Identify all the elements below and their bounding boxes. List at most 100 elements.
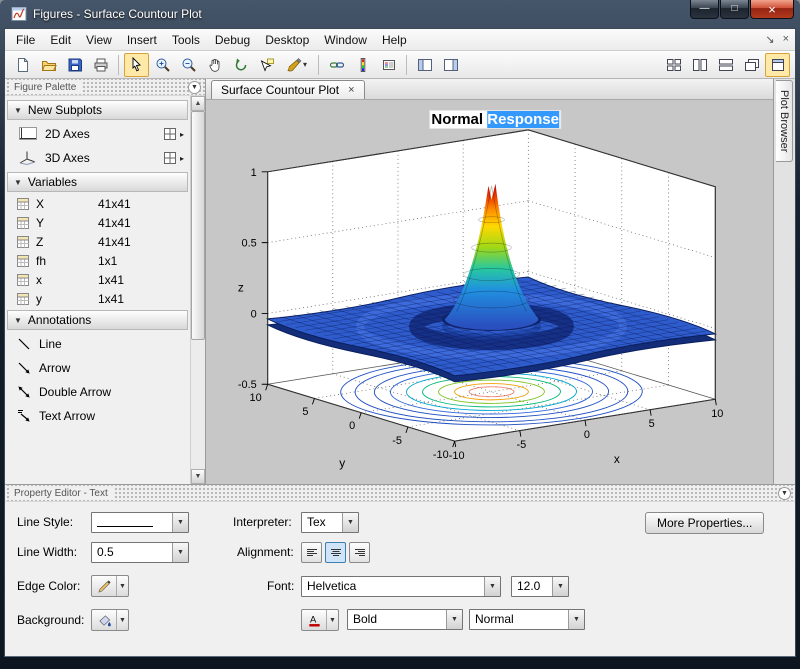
palette-scrollbar[interactable]: ▲ ▼ (190, 96, 205, 484)
brush-button[interactable]: ▾ (280, 53, 313, 77)
scrollbar-thumb[interactable] (191, 111, 205, 340)
dock-arrow-icon[interactable]: ↘ (765, 33, 774, 46)
menu-edit[interactable]: Edit (43, 31, 78, 49)
menu-insert[interactable]: Insert (120, 31, 164, 49)
annotation-item-arrow[interactable]: Arrow (7, 356, 188, 380)
split-horizontal-button[interactable] (713, 53, 738, 77)
edge-color-button[interactable]: ▼ (91, 575, 129, 597)
variable-row-Y[interactable]: Y 41x41 (7, 213, 188, 232)
y-tick: -10 (433, 449, 449, 461)
surface-plot[interactable]: 1 0.5 0 -0.5 10 5 0 -5 -10 -10 -5 0 (206, 100, 773, 484)
line-width-select[interactable]: 0.5 ▼ (91, 542, 189, 563)
rotate-3d-button[interactable] (228, 53, 253, 77)
interpreter-label: Interpreter: (233, 512, 292, 533)
new-figure-button[interactable] (10, 53, 35, 77)
section-variables[interactable]: ▼ Variables (7, 172, 188, 192)
data-cursor-button[interactable] (254, 53, 279, 77)
font-size-select[interactable]: 12.0 ▼ (511, 576, 569, 597)
show-plot-browser-button[interactable] (438, 53, 463, 77)
insert-colorbar-button[interactable] (350, 53, 375, 77)
background-color-button[interactable]: ▼ (91, 609, 129, 631)
open-file-button[interactable] (36, 53, 61, 77)
variable-size: 1x1 (98, 254, 117, 268)
link-plots-button[interactable] (324, 53, 349, 77)
annotation-item-text-arrow[interactable]: Text Arrow (7, 404, 188, 428)
annotation-item-double-arrow[interactable]: Double Arrow (7, 380, 188, 404)
palette-item-3d-axes[interactable]: 3D Axes ▸ (7, 146, 188, 170)
align-center-icon (330, 548, 342, 558)
font-family-select[interactable]: Helvetica ▼ (301, 576, 501, 597)
font-color-icon: A (307, 613, 322, 628)
maximize-pane-button[interactable] (765, 53, 790, 77)
flyout-arrow-icon[interactable]: ▸ (180, 154, 184, 163)
split-vertical-button[interactable] (687, 53, 712, 77)
select-arrow-button[interactable] (124, 53, 149, 77)
align-center-button[interactable] (325, 542, 346, 563)
save-button[interactable] (62, 53, 87, 77)
menubar: File Edit View Insert Tools Debug Deskto… (5, 29, 795, 51)
annotation-item-line[interactable]: Line (7, 332, 188, 356)
cascade-windows-button[interactable] (739, 53, 764, 77)
palette-item-2d-axes[interactable]: 2D Axes ▸ (7, 122, 188, 146)
zoom-out-button[interactable] (176, 53, 201, 77)
menu-file[interactable]: File (9, 31, 42, 49)
font-style-select[interactable]: Normal ▼ (469, 609, 585, 630)
plot-canvas[interactable]: 1 0.5 0 -0.5 10 5 0 -5 -10 -10 -5 0 (206, 100, 773, 484)
property-editor-collapse-button[interactable]: ▼ (778, 487, 791, 500)
titlebar[interactable]: Figures - Surface Countour Plot — □ × (4, 0, 796, 28)
variable-name: x (36, 273, 92, 287)
flyout-arrow-icon[interactable]: ▸ (180, 130, 184, 139)
font-weight-select[interactable]: Bold ▼ (347, 609, 463, 630)
maximize-icon: □ (731, 4, 737, 14)
close-button[interactable]: × (750, 0, 794, 19)
subplot-grid-icon[interactable] (163, 151, 177, 165)
show-figure-palette-button[interactable] (412, 53, 437, 77)
interpreter-select[interactable]: Tex ▼ (301, 512, 359, 533)
line-style-select[interactable]: ▼ (91, 512, 189, 533)
pan-button[interactable] (202, 53, 227, 77)
variable-row-y[interactable]: y 1x41 (7, 289, 188, 308)
property-editor-header[interactable]: Property Editor - Text ▼ (5, 485, 795, 502)
menu-window[interactable]: Window (317, 31, 374, 49)
figure-palette-collapse-button[interactable]: ▼ (188, 81, 201, 94)
scroll-up-icon[interactable]: ▲ (191, 96, 205, 111)
tab-close-icon[interactable]: × (348, 84, 354, 96)
menu-debug[interactable]: Debug (208, 31, 257, 49)
minimize-button[interactable]: — (690, 0, 719, 19)
menu-desktop[interactable]: Desktop (258, 31, 316, 49)
section-annotations[interactable]: ▼ Annotations (7, 310, 188, 330)
scroll-down-icon[interactable]: ▼ (191, 469, 205, 484)
menu-view[interactable]: View (79, 31, 119, 49)
align-right-button[interactable] (349, 542, 370, 563)
subplot-grid-icon[interactable] (163, 127, 177, 141)
align-left-button[interactable] (301, 542, 322, 563)
pan-hand-icon (207, 57, 223, 73)
variable-row-Z[interactable]: Z 41x41 (7, 232, 188, 251)
menu-help[interactable]: Help (375, 31, 414, 49)
dropdown-arrow-icon: ▼ (326, 610, 338, 630)
line-annotation-icon (16, 336, 32, 352)
menu-tools[interactable]: Tools (165, 31, 207, 49)
maximize-button[interactable]: □ (720, 0, 749, 19)
tab-plot-browser[interactable]: Plot Browser (776, 80, 793, 162)
print-button[interactable] (88, 53, 113, 77)
plot-title[interactable]: Normal Response (430, 111, 560, 128)
figure-palette-header[interactable]: Figure Palette ▼ (5, 79, 205, 96)
chevron-down-icon: ▼ (191, 84, 198, 91)
more-properties-button[interactable]: More Properties... (645, 512, 764, 534)
variable-row-x[interactable]: x 1x41 (7, 270, 188, 289)
property-editor-panel: Property Editor - Text ▼ Line Style: Lin… (5, 484, 795, 656)
section-new-subplots[interactable]: ▼ New Subplots (7, 100, 188, 120)
menubar-close-icon[interactable]: × (783, 33, 789, 46)
item-label: 3D Axes (45, 151, 90, 165)
grid-layout-button[interactable] (661, 53, 686, 77)
variable-row-X[interactable]: X 41x41 (7, 194, 188, 213)
zoom-out-icon (181, 57, 197, 73)
zoom-in-button[interactable] (150, 53, 175, 77)
tab-surface-contour-plot[interactable]: Surface Countour Plot × (211, 80, 365, 99)
font-color-button[interactable]: A ▼ (301, 609, 339, 631)
insert-legend-button[interactable] (376, 53, 401, 77)
variable-row-fh[interactable]: fh 1x1 (7, 251, 188, 270)
font-family-value: Helvetica (302, 577, 484, 596)
align-left-icon (306, 548, 318, 558)
